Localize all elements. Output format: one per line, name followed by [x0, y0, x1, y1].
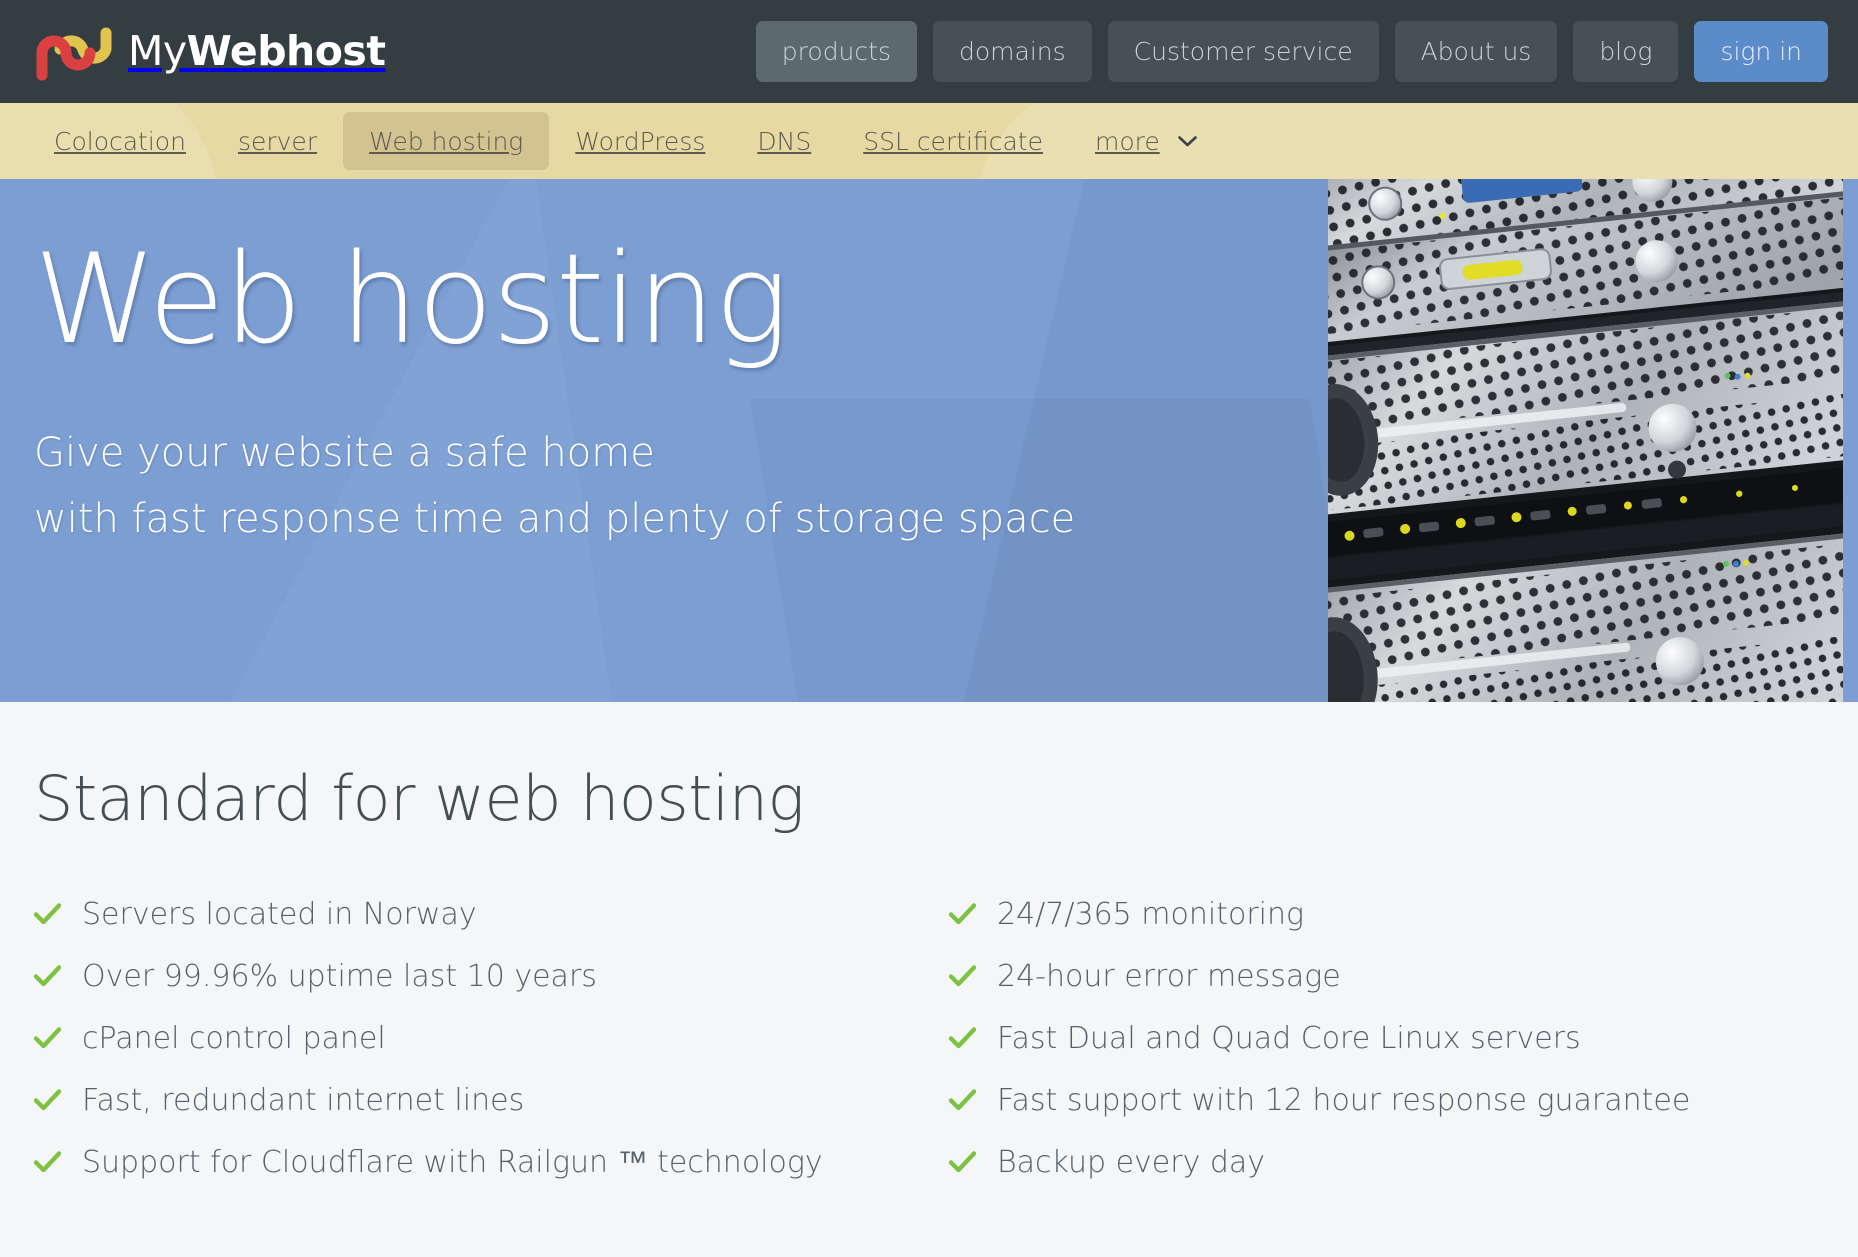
chevron-down-icon [1177, 135, 1197, 146]
nav-button-domains[interactable]: domains [932, 21, 1092, 82]
feature-item: Over 99.96% uptime last 10 years [34, 962, 944, 1024]
feature-item: 24/7/365 monitoring [949, 900, 1858, 962]
feature-label: Fast support with 12 hour response guara… [997, 1083, 1691, 1118]
subnav-item-wordpress[interactable]: WordPress [549, 112, 731, 170]
subnav-label: Web hosting [369, 126, 524, 156]
hero-copy: Web hosting Give your website a safe hom… [34, 228, 1075, 552]
subnav-label: SSL certificate [863, 126, 1043, 156]
page-title: Standard for web hosting [34, 762, 805, 835]
feature-label: cPanel control panel [82, 1021, 386, 1056]
check-icon [34, 1089, 61, 1111]
check-icon [949, 1027, 976, 1049]
subnav-item-server[interactable]: server [212, 112, 343, 170]
mywebhost-logo-icon [36, 27, 112, 80]
check-icon [949, 1089, 976, 1111]
subnav-label: WordPress [575, 126, 706, 156]
subnav-label: more [1094, 126, 1160, 156]
hero-banner: Web hosting Give your website a safe hom… [0, 179, 1858, 702]
feature-label: Support for Cloudflare with Railgun ™ te… [82, 1145, 823, 1180]
feature-label: Servers located in Norway [82, 897, 477, 932]
feature-label: Over 99.96% uptime last 10 years [82, 959, 597, 994]
brand-name: MyWebhost [128, 31, 386, 72]
check-icon [949, 965, 976, 987]
check-icon [34, 1151, 61, 1173]
hero-subtitle: Give your website a safe home with fast … [34, 420, 1075, 552]
brand-logo-link[interactable]: MyWebhost [34, 23, 386, 81]
feature-item: Backup every day [949, 1148, 1858, 1210]
check-icon [34, 903, 61, 925]
nav-button-about-us[interactable]: About us [1394, 21, 1558, 82]
sign-in-button[interactable]: sign in [1694, 21, 1828, 82]
feature-item: Fast support with 12 hour response guara… [949, 1086, 1858, 1148]
subnav-label: DNS [757, 126, 812, 156]
feature-item: cPanel control panel [34, 1024, 944, 1086]
nav-button-products[interactable]: products [755, 21, 917, 82]
brand-suffix: Webhost [186, 27, 386, 75]
nav-button-blog[interactable]: blog [1573, 21, 1679, 82]
check-icon [34, 1027, 61, 1049]
feature-label: Fast, redundant internet lines [82, 1083, 525, 1118]
check-icon [34, 965, 61, 987]
brand-prefix: My [128, 27, 187, 75]
primary-nav: products domains Customer service About … [755, 21, 1828, 82]
hero-subtitle-line-1: Give your website a safe home [34, 430, 655, 477]
subnav-item-colocation[interactable]: Colocation [28, 112, 212, 170]
feature-item: Fast, redundant internet lines [34, 1086, 944, 1148]
main-content: Standard for web hosting Servers located… [0, 702, 1858, 1257]
feature-item: Support for Cloudflare with Railgun ™ te… [34, 1148, 944, 1210]
features-column-right: 24/7/365 monitoring 24-hour error messag… [949, 900, 1858, 1210]
feature-label: Fast Dual and Quad Core Linux servers [997, 1021, 1581, 1056]
feature-item: Servers located in Norway [34, 900, 944, 962]
subnav-label: Colocation [54, 126, 186, 156]
features-grid: Servers located in Norway Over 99.96% up… [34, 900, 1824, 1210]
subnav-item-dns[interactable]: DNS [731, 112, 837, 170]
feature-item: Fast Dual and Quad Core Linux servers [949, 1024, 1858, 1086]
hero-subtitle-line-2: with fast response time and plenty of st… [34, 496, 1076, 543]
features-column-left: Servers located in Norway Over 99.96% up… [34, 900, 944, 1210]
feature-item: 24-hour error message [949, 962, 1858, 1024]
feature-label: 24-hour error message [997, 959, 1341, 994]
hero-title: Web hosting [34, 228, 789, 372]
feature-label: Backup every day [997, 1145, 1266, 1180]
top-header-bar: MyWebhost products domains Customer serv… [0, 0, 1858, 103]
nav-button-customer-service[interactable]: Customer service [1107, 21, 1379, 82]
subnav-item-ssl-certificate[interactable]: SSL certificate [837, 112, 1069, 170]
subnav-item-web-hosting[interactable]: Web hosting [343, 112, 550, 170]
subnav-item-more[interactable]: more [1069, 112, 1223, 170]
subnav-label: server [237, 126, 318, 156]
secondary-nav-bar: Colocation server Web hosting WordPress … [0, 103, 1858, 179]
server-rack-image [1328, 179, 1843, 702]
check-icon [949, 903, 976, 925]
check-icon [949, 1151, 976, 1173]
feature-label: 24/7/365 monitoring [997, 897, 1305, 932]
